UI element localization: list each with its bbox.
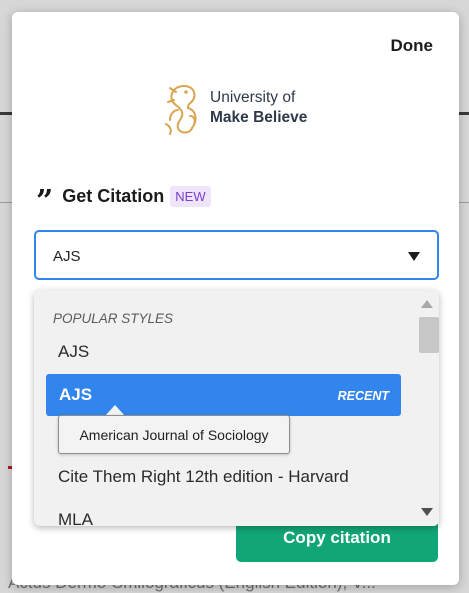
heading-title: Get Citation (62, 185, 165, 206)
new-badge: NEW (170, 185, 211, 207)
done-button[interactable]: Done (391, 36, 434, 56)
option-label: AJS (59, 385, 93, 404)
logo-text-line2: Make Believe (210, 109, 308, 126)
citation-style-select[interactable]: AJS (34, 230, 439, 280)
recent-tag: RECENT (337, 389, 389, 403)
quote-icon: ” (36, 184, 53, 219)
university-logo: University of Make Believe (162, 80, 322, 140)
chevron-down-icon (408, 252, 420, 261)
scroll-up-icon[interactable] (421, 300, 433, 308)
get-citation-heading: ” Get Citation NEW (36, 184, 211, 217)
seahorse-logo-icon (165, 85, 197, 135)
style-tooltip: American Journal of Sociology (58, 415, 290, 454)
logo-text-line1: University of (210, 89, 296, 106)
scroll-down-icon[interactable] (421, 508, 433, 516)
dropdown-scrollbar[interactable] (415, 290, 439, 526)
style-option-ajs[interactable]: AJS (58, 342, 89, 362)
style-option-cite-them-right[interactable]: Cite Them Right 12th edition - Harvard (58, 467, 349, 487)
popular-styles-label: POPULAR STYLES (53, 311, 174, 326)
style-option-mla[interactable]: MLA (58, 510, 93, 526)
selected-style-value: AJS (53, 248, 81, 265)
scrollbar-thumb[interactable] (419, 317, 439, 353)
citation-style-dropdown[interactable]: POPULAR STYLES AJS AJS RECENT Cite Them … (34, 290, 439, 526)
style-option-ajs-recent[interactable]: AJS RECENT (46, 374, 401, 416)
